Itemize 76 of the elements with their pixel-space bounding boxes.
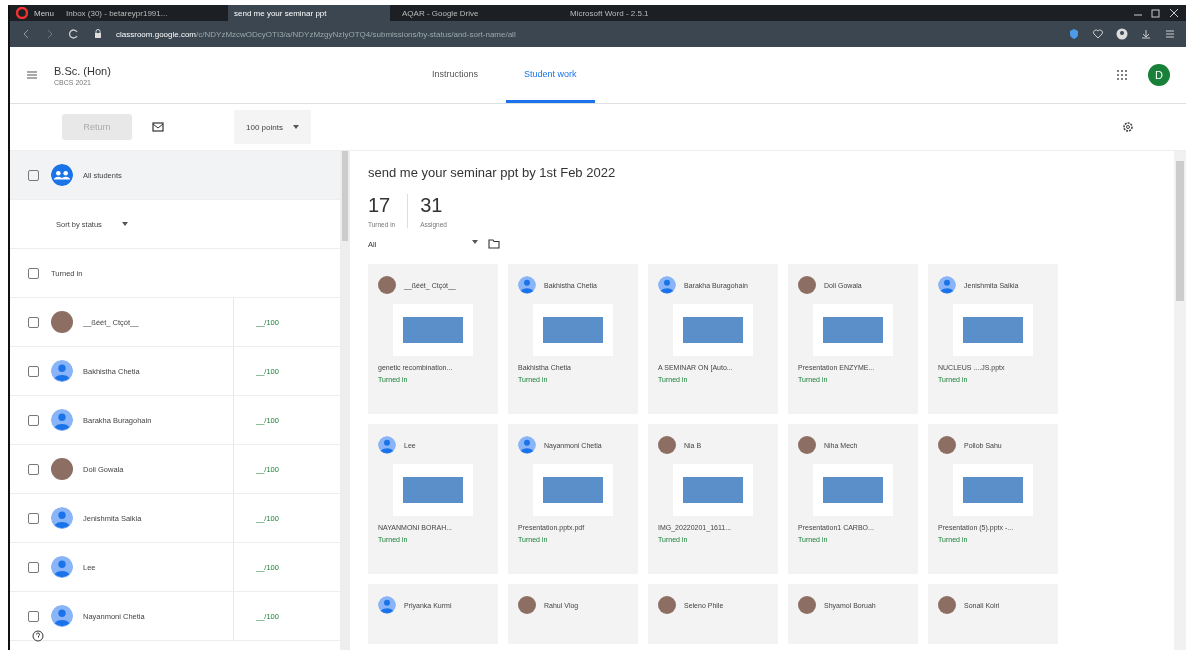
browser-tab[interactable]: AQAR - Google Drive [396, 5, 558, 21]
restore-icon[interactable] [1150, 7, 1162, 19]
email-icon[interactable] [152, 121, 164, 133]
checkbox[interactable] [28, 365, 39, 377]
lock-icon [92, 28, 104, 40]
browser-tab[interactable]: Microsoft Word - 2.5.1 [564, 5, 726, 21]
avatar-photo-placeholder [518, 596, 536, 614]
caret-icon [121, 222, 128, 226]
assignment-title: send me your seminar ppt by 1st Feb 2022 [368, 165, 617, 180]
browser-tab[interactable]: send me your seminar ppt [228, 5, 390, 21]
person-icon [51, 409, 73, 431]
group-icon [51, 164, 73, 186]
checkbox[interactable] [28, 512, 39, 524]
scrollbar-thumb[interactable] [1176, 161, 1184, 301]
avatar-photo-placeholder [798, 276, 816, 294]
class-name[interactable]: B.Sc. (Hon) [54, 64, 414, 77]
person-icon [51, 605, 73, 627]
file-thumbnail[interactable] [673, 304, 753, 356]
file-thumbnail[interactable] [393, 464, 473, 516]
avatar-photo-placeholder [938, 436, 956, 454]
download-icon[interactable] [1140, 28, 1152, 40]
file-thumbnail[interactable] [953, 304, 1033, 356]
page-tab[interactable]: Instructions [414, 47, 497, 103]
file-thumbnail[interactable] [673, 464, 753, 516]
avatar-photo-placeholder [51, 311, 73, 333]
turned-in-count: 17 [368, 194, 392, 217]
avatar-photo-placeholder [378, 276, 396, 294]
checkbox[interactable] [28, 561, 39, 573]
caret-icon [472, 239, 478, 244]
avatar-photo-placeholder [938, 596, 956, 614]
browser-tab[interactable]: Inbox (30) - betareypr1991... [60, 5, 222, 21]
points-dropdown[interactable]: 100 points [234, 110, 311, 144]
reload-icon[interactable] [68, 28, 80, 40]
checkbox[interactable] [28, 169, 39, 181]
person-icon [51, 360, 73, 382]
avatar-photo-placeholder [798, 596, 816, 614]
heart-icon[interactable] [1092, 28, 1104, 40]
settings-icon[interactable] [1122, 121, 1134, 133]
person-icon [378, 596, 396, 614]
avatar-photo-placeholder [51, 458, 73, 480]
checkbox[interactable] [28, 610, 39, 622]
person-icon [518, 276, 536, 294]
help-icon[interactable] [32, 630, 44, 642]
profile-icon[interactable] [1116, 28, 1128, 40]
menu-icon[interactable] [26, 69, 38, 81]
page-tab[interactable]: Student work [506, 47, 595, 103]
avatar-photo-placeholder [658, 436, 676, 454]
shield-icon[interactable] [1068, 28, 1080, 40]
assigned-count: 31 [420, 194, 444, 217]
file-thumbnail[interactable] [813, 304, 893, 356]
file-thumbnail[interactable] [813, 464, 893, 516]
checkbox[interactable] [28, 463, 39, 475]
menu-icon[interactable] [1164, 28, 1176, 40]
file-thumbnail[interactable] [393, 304, 473, 356]
person-icon [378, 436, 396, 454]
file-thumbnail[interactable] [533, 304, 613, 356]
person-icon [518, 436, 536, 454]
person-icon [51, 556, 73, 578]
person-icon [658, 276, 676, 294]
folder-icon[interactable] [488, 238, 500, 250]
checkbox[interactable] [28, 414, 39, 426]
account-avatar[interactable]: D [1148, 64, 1170, 86]
avatar-photo-placeholder [798, 436, 816, 454]
scrollbar-thumb[interactable] [342, 151, 348, 241]
avatar-photo-placeholder [658, 596, 676, 614]
file-thumbnail[interactable] [533, 464, 613, 516]
checkbox[interactable] [28, 267, 39, 279]
close-icon[interactable] [1168, 7, 1180, 19]
file-thumbnail[interactable] [953, 464, 1033, 516]
browser-menu[interactable]: Menu [34, 8, 54, 18]
caret-icon [292, 125, 299, 129]
checkbox[interactable] [28, 316, 39, 328]
apps-grid-icon[interactable] [1116, 69, 1128, 81]
browser-logo-icon[interactable] [16, 7, 28, 19]
person-icon [938, 276, 956, 294]
person-icon [51, 507, 73, 529]
